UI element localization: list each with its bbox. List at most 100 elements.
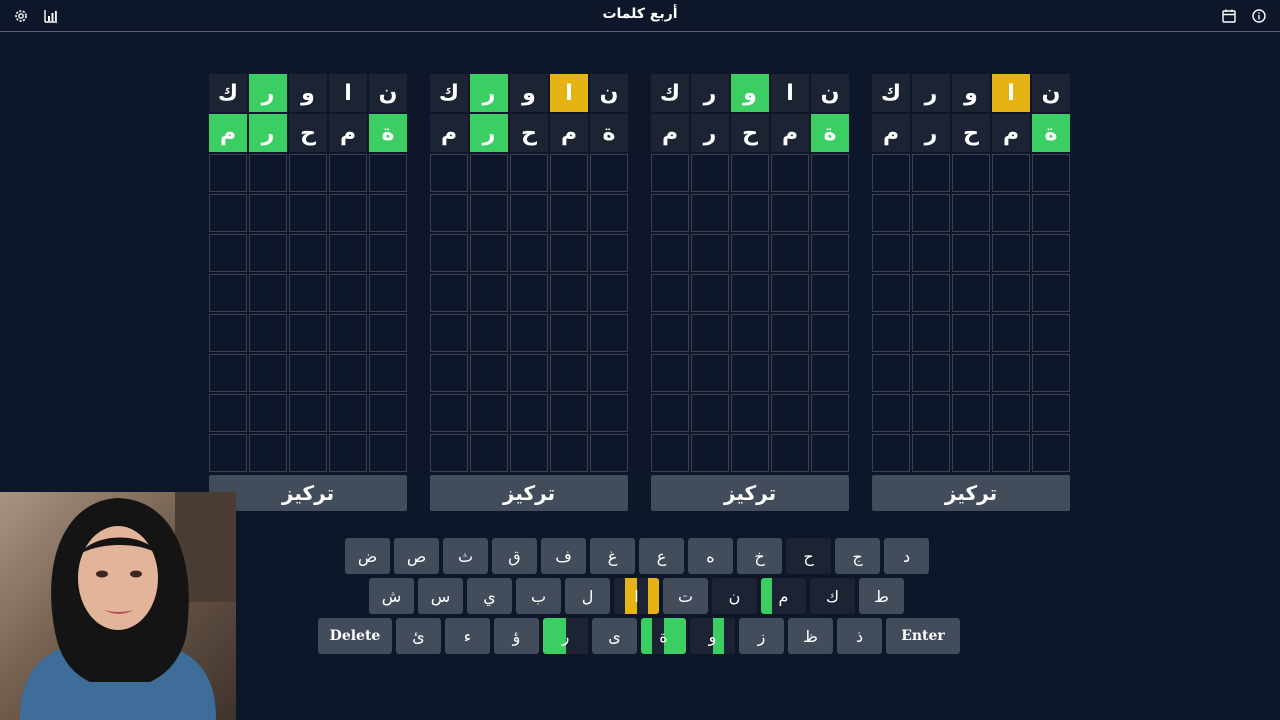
letter-tile [470,394,508,432]
letter-key[interactable]: ه [688,538,733,574]
letter-key[interactable]: ؤ [494,618,539,654]
letter-tile [992,354,1030,392]
letter-key[interactable]: ا [614,578,659,614]
letter-key[interactable]: ث [443,538,488,574]
letter-tile [249,314,287,352]
letter-tile [992,154,1030,192]
info-icon[interactable] [1251,8,1267,24]
letter-key[interactable]: ط [859,578,904,614]
key-label: ن [728,586,741,606]
letter-tile [651,194,689,232]
focus-button-board-2[interactable]: تركيز [430,475,628,511]
letter-key[interactable]: ظ [788,618,833,654]
letter-tile [329,154,367,192]
board-row [651,274,849,312]
letter-tile [550,434,588,472]
letter-key[interactable]: ي [467,578,512,614]
letter-tile [872,194,910,232]
letter-tile [430,234,468,272]
letter-key[interactable]: غ [590,538,635,574]
letter-tile [510,234,548,272]
letter-key[interactable]: س [418,578,463,614]
key-label: ج [852,546,863,566]
focus-button-board-1[interactable]: تركيز [209,475,407,511]
key-label: ظ [803,626,818,646]
enter-key[interactable]: Enter [886,618,960,654]
board-row: مرحمة [430,114,628,152]
letter-tile: ح [510,114,548,152]
letter-tile [329,314,367,352]
letter-tile [510,154,548,192]
letter-key[interactable]: و [690,618,735,654]
letter-key[interactable]: ن [712,578,757,614]
letter-key[interactable]: ة [641,618,686,654]
key-label: ك [825,586,840,606]
letter-key[interactable]: ذ [837,618,882,654]
letter-key[interactable]: ح [786,538,831,574]
key-status-segment [641,618,653,654]
letter-tile [369,354,407,392]
letter-tile [811,394,849,432]
letter-tile [329,354,367,392]
letter-tile: و [952,74,990,112]
letter-tile [1032,314,1070,352]
letter-tile [1032,394,1070,432]
letter-tile [912,274,950,312]
letter-key[interactable]: ت [663,578,708,614]
letter-key[interactable]: ض [345,538,390,574]
letter-key[interactable]: ش [369,578,414,614]
letter-tile [731,314,769,352]
letter-key[interactable]: ى [592,618,637,654]
letter-tile [550,194,588,232]
letter-key[interactable]: ل [565,578,610,614]
letter-key[interactable]: ج [835,538,880,574]
letter-key[interactable]: ق [492,538,537,574]
letter-tile [952,274,990,312]
focus-button-board-4[interactable]: تركيز [872,475,1070,511]
letter-tile [872,354,910,392]
letter-tile [811,274,849,312]
letter-key[interactable]: ف [541,538,586,574]
letter-key[interactable]: د [884,538,929,574]
focus-button-board-3[interactable]: تركيز [651,475,849,511]
letter-tile [590,394,628,432]
letter-tile [992,434,1030,472]
letter-tile: ا [992,74,1030,112]
letter-tile [369,234,407,272]
key-label: ا [634,586,639,606]
delete-key[interactable]: Delete [318,618,392,654]
letter-tile [731,194,769,232]
letter-key[interactable]: ع [639,538,684,574]
key-label: Delete [329,628,381,644]
letter-key[interactable]: ر [543,618,588,654]
letter-key[interactable]: ء [445,618,490,654]
letter-key[interactable]: ز [739,618,784,654]
board-row [430,194,628,232]
key-label: ر [561,626,570,646]
letter-tile: ن [811,74,849,112]
board-row [209,394,407,432]
letter-tile [992,234,1030,272]
letter-key[interactable]: ك [810,578,855,614]
key-label: ش [381,586,402,606]
key-status-segment [745,578,757,614]
letter-tile [249,154,287,192]
letter-tile: ن [590,74,628,112]
letter-tile: ر [912,114,950,152]
page-title: أربع كلمات [602,6,678,22]
letter-tile [209,394,247,432]
letter-tile [369,274,407,312]
letter-key[interactable]: م [761,578,806,614]
letter-key[interactable]: ب [516,578,561,614]
letter-tile [289,194,327,232]
letter-key[interactable]: خ [737,538,782,574]
webcam-overlay [0,492,236,720]
letter-key[interactable]: ص [394,538,439,574]
letter-tile [329,234,367,272]
letter-key[interactable]: ئ [396,618,441,654]
key-label: س [430,586,451,606]
letter-tile: ن [1032,74,1070,112]
key-label: ه [706,546,715,566]
letter-tile [510,194,548,232]
calendar-icon[interactable] [1221,8,1237,24]
